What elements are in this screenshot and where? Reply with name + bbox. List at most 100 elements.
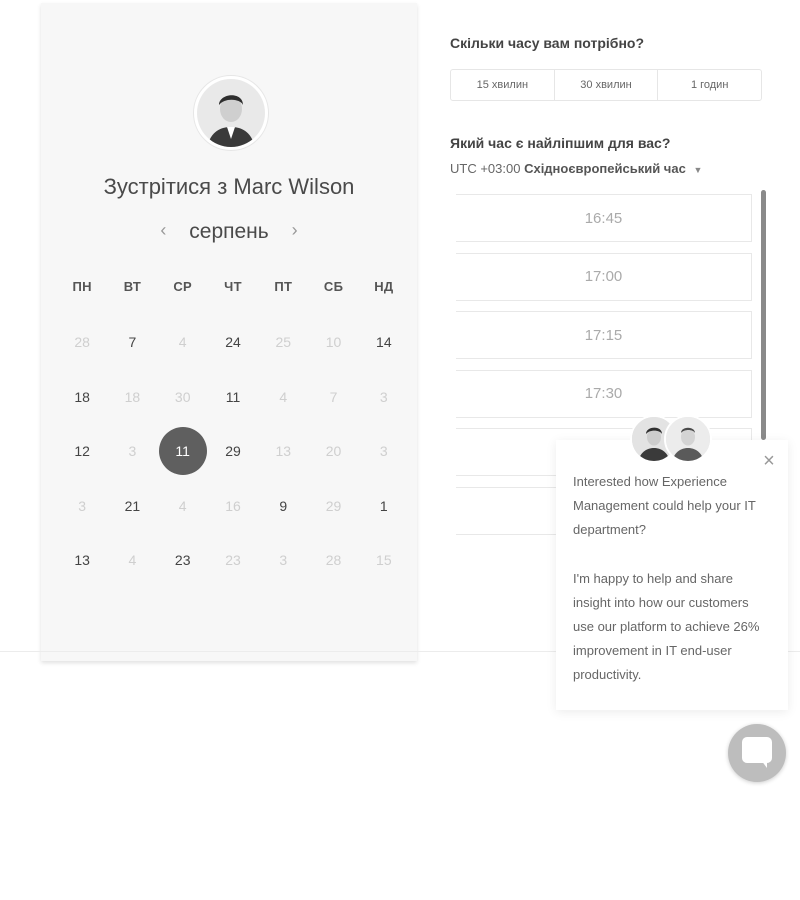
month-label: серпень: [189, 220, 269, 243]
calendar-day: 15: [359, 533, 409, 588]
chat-launcher-button[interactable]: [728, 724, 786, 782]
calendar-day-number: 23: [225, 552, 241, 569]
weekday-label: СБ: [323, 279, 344, 294]
calendar-day-number: 4: [279, 388, 288, 405]
time-slot[interactable]: 17:15: [456, 311, 752, 359]
timezone-name: Східноєвропейський час: [524, 161, 686, 176]
calendar-day: 3: [57, 479, 107, 534]
calendar-day[interactable]: 7: [107, 315, 157, 370]
calendar-week-row: 13 4 23 23 3 28 15: [57, 533, 409, 588]
calendar-day-number: 11: [158, 427, 207, 476]
chat-bubble-icon: [742, 737, 772, 763]
weekday-label: ЧТ: [224, 279, 242, 294]
calendar-week-row: 3 21 4 16 9 29 1: [57, 479, 409, 534]
duration-option[interactable]: 1 годин: [658, 70, 761, 100]
calendar-day-number: 9: [279, 497, 288, 514]
calendar-day: 28: [308, 533, 358, 588]
calendar-day: 4: [158, 315, 208, 370]
calendar-day-number: 30: [174, 388, 191, 405]
weekday-label: СР: [173, 279, 193, 294]
calendar-week-row: 12 3 11 29 13 20 3: [57, 424, 409, 479]
weekday-label: НД: [374, 279, 394, 294]
calendar-day-number: 18: [124, 388, 141, 405]
calendar-day-number: 13: [275, 443, 292, 460]
calendar-day-number: 29: [225, 443, 241, 460]
calendar-day: 10: [308, 315, 358, 370]
calendar-day: 23: [208, 533, 258, 588]
slot-list-scrollbar[interactable]: [761, 190, 766, 440]
calendar-day: 3: [359, 370, 409, 425]
calendar-day: 18: [107, 370, 157, 425]
calendar-day: 3: [258, 533, 308, 588]
chat-message-text: Interested how Experience Management cou…: [573, 474, 756, 538]
weekday-label: ПН: [72, 279, 92, 294]
calendar-day: 20: [308, 424, 358, 479]
calendar-day-number: 4: [178, 334, 187, 351]
host-avatar: [194, 76, 268, 150]
calendar-day[interactable]: 29: [208, 424, 258, 479]
calendar-day[interactable]: 12: [57, 424, 107, 479]
calendar-day[interactable]: 9: [258, 479, 308, 534]
calendar-card: Зустрітися з Marc Wilson ‹ серпень › ПН …: [41, 3, 417, 661]
chevron-right-icon[interactable]: ›: [283, 220, 307, 241]
calendar-day-number: 10: [325, 334, 342, 351]
calendar-day: 3: [107, 424, 157, 479]
weekday-label: ВТ: [123, 279, 142, 294]
timezone-selector[interactable]: UTC +03:00 Східноєвропейський час ▼: [450, 161, 702, 176]
calendar-day-number: 3: [379, 388, 388, 405]
calendar-day[interactable]: 18: [57, 370, 107, 425]
timezone-offset: UTC +03:00: [450, 161, 521, 176]
calendar-day-number: 3: [128, 443, 137, 460]
calendar-day: 28: [57, 315, 107, 370]
duration-selector: 15 хвилин 30 хвилин 1 годин: [450, 69, 762, 101]
calendar-day-number: 3: [379, 443, 388, 460]
month-navigation: ‹ серпень ›: [41, 220, 417, 244]
time-slot[interactable]: 17:00: [456, 252, 752, 301]
chevron-left-icon[interactable]: ‹: [151, 220, 175, 241]
calendar-day-number: 20: [325, 443, 342, 460]
meeting-title: Зустрітися з Marc Wilson: [103, 174, 355, 199]
calendar-day[interactable]: 14: [359, 315, 409, 370]
calendar-day: 13: [258, 424, 308, 479]
calendar-day-selected[interactable]: 11: [158, 424, 208, 479]
calendar-day-number: 13: [74, 552, 90, 569]
calendar-day-number: 25: [275, 334, 292, 351]
caret-down-icon: ▼: [693, 165, 703, 175]
calendar-day-number: 18: [74, 388, 90, 405]
calendar-day-number: 24: [225, 334, 241, 351]
calendar-day: 29: [308, 479, 358, 534]
calendar-day: 25: [258, 315, 308, 370]
calendar-day[interactable]: 23: [158, 533, 208, 588]
calendar-day-number: 15: [376, 552, 392, 569]
calendar-day[interactable]: 1: [359, 479, 409, 534]
calendar-day: 3: [359, 424, 409, 479]
weekday-header: ПН ВТ СР ЧТ ПТ СБ НД: [57, 279, 409, 294]
calendar-day-number: 4: [178, 497, 187, 514]
calendar-day: 16: [208, 479, 258, 534]
calendar-day-number: 3: [78, 497, 87, 514]
calendar-day: 4: [107, 533, 157, 588]
duration-option[interactable]: 30 хвилин: [555, 70, 659, 100]
time-slot[interactable]: 17:30: [456, 369, 752, 418]
calendar-day: 30: [158, 370, 208, 425]
calendar-day[interactable]: 13: [57, 533, 107, 588]
close-icon[interactable]: ×: [759, 451, 779, 471]
duration-option[interactable]: 15 хвилин: [451, 70, 555, 100]
calendar-week-row: 28 7 4 24 25 10 14: [57, 315, 409, 370]
agent-avatar: [664, 415, 712, 463]
chat-message-text: I'm happy to help and share insight into…: [573, 570, 760, 683]
calendar-day-number: 11: [225, 388, 241, 405]
calendar-day-number: 29: [325, 497, 342, 514]
calendar-day[interactable]: 11: [208, 370, 258, 425]
calendar-day: 4: [158, 479, 208, 534]
calendar-day-number: 7: [128, 334, 137, 351]
calendar-day[interactable]: 24: [208, 315, 258, 370]
calendar-day-number: 28: [74, 334, 90, 351]
time-slot[interactable]: 16:45: [456, 194, 752, 242]
calendar-day[interactable]: 21: [107, 479, 157, 534]
calendar-day-number: 4: [128, 552, 137, 569]
calendar-day-number: 7: [329, 388, 338, 405]
calendar-day-number: 23: [174, 552, 191, 569]
calendar-day: 4: [258, 370, 308, 425]
calendar-week-row: 18 18 30 11 4 7 3: [57, 370, 409, 425]
